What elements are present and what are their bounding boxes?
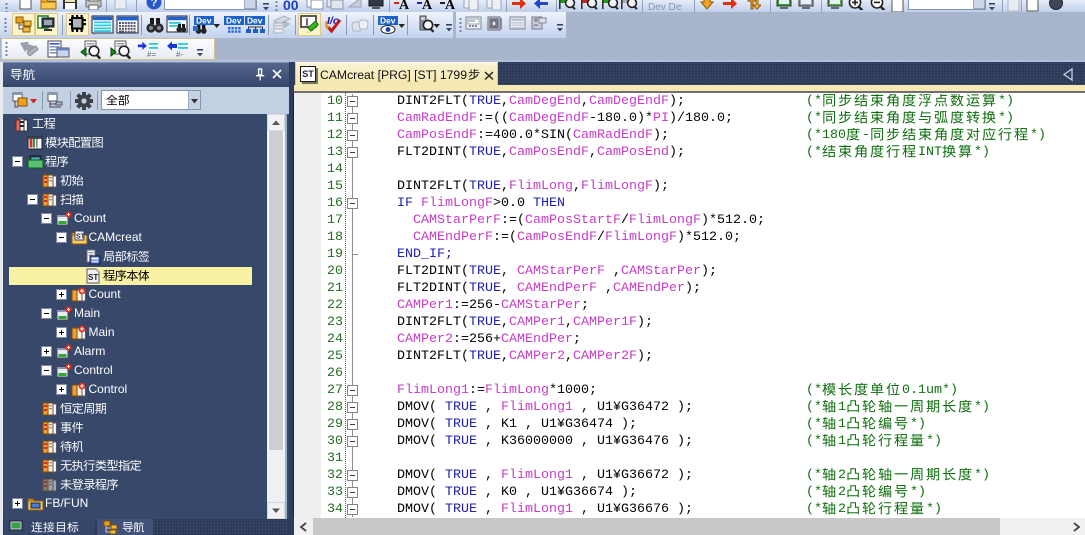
svg-text:#-: #- [176,50,183,59]
svg-text:Dev: Dev [247,16,263,26]
svg-text:#=: #= [147,50,156,59]
svg-text:?: ? [151,0,158,9]
svg-text:A: A [399,0,410,10]
svg-text:Dev: Dev [380,16,396,26]
svg-text:Dev Dev: Dev Dev [648,2,682,12]
svg-text:Dev: Dev [196,16,212,26]
svg-text:00: 00 [283,0,299,12]
svg-text:ST: ST [88,273,98,282]
svg-text:A: A [445,0,456,10]
svg-text:Dev: Dev [226,16,242,26]
svg-text:A: A [422,0,433,10]
svg-text:ST: ST [76,234,86,241]
